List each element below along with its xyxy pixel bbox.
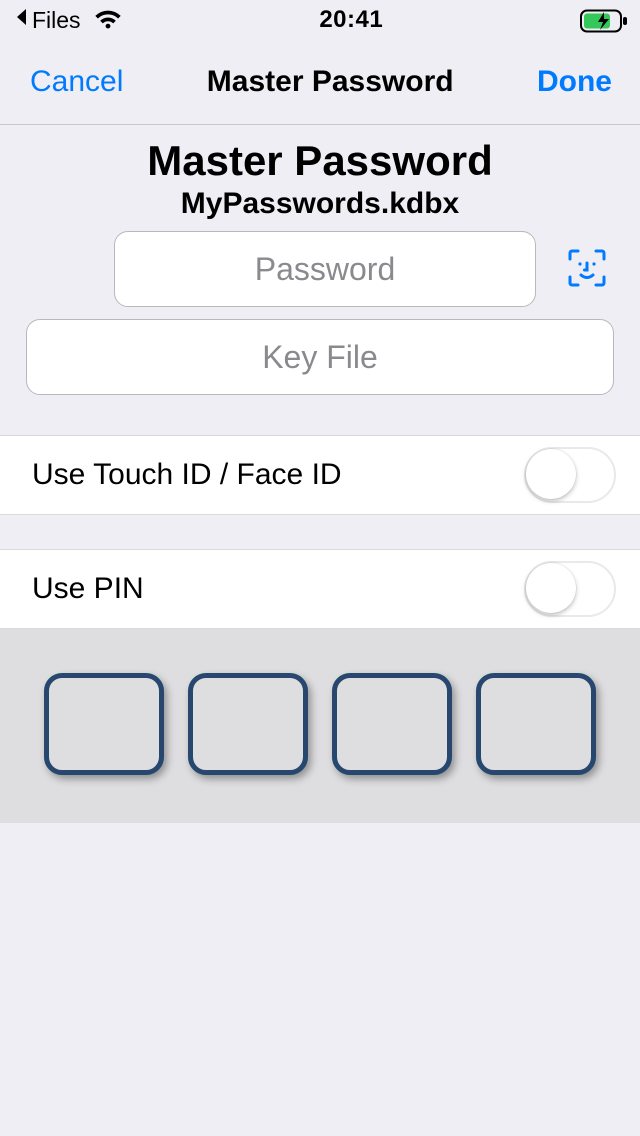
- battery-icon: [580, 9, 626, 31]
- pin-digit-1[interactable]: [44, 673, 164, 775]
- nav-bar: Cancel Master Password Done: [0, 40, 640, 125]
- faceid-button[interactable]: [562, 244, 612, 294]
- pin-entry-area: [0, 629, 640, 823]
- status-time: 20:41: [319, 6, 383, 34]
- pin-label: Use PIN: [32, 572, 144, 606]
- nav-title: Master Password: [207, 65, 454, 99]
- password-input[interactable]: [114, 231, 536, 307]
- form-heading: Master Password: [0, 137, 640, 185]
- status-left: Files: [14, 6, 123, 34]
- cancel-button[interactable]: Cancel: [30, 65, 123, 99]
- unlock-form: Master Password MyPasswords.kdbx Key Fil…: [0, 125, 640, 435]
- faceid-icon: [566, 247, 608, 292]
- biometric-toggle[interactable]: [524, 447, 616, 503]
- pin-digit-4[interactable]: [476, 673, 596, 775]
- biometric-row: Use Touch ID / Face ID: [0, 435, 640, 515]
- pin-row: Use PIN: [0, 549, 640, 629]
- keyfile-button[interactable]: Key File: [26, 319, 614, 395]
- biometric-label: Use Touch ID / Face ID: [32, 458, 342, 492]
- database-filename: MyPasswords.kdbx: [0, 187, 640, 221]
- back-caret-icon[interactable]: [14, 6, 28, 34]
- status-right: [580, 9, 626, 31]
- pin-toggle[interactable]: [524, 561, 616, 617]
- wifi-icon: [93, 9, 123, 31]
- blank-space: [0, 823, 640, 1136]
- status-bar: Files 20:41: [0, 0, 640, 40]
- pin-digit-3[interactable]: [332, 673, 452, 775]
- back-app-label[interactable]: Files: [32, 7, 81, 34]
- pin-digit-2[interactable]: [188, 673, 308, 775]
- done-button[interactable]: Done: [537, 65, 612, 99]
